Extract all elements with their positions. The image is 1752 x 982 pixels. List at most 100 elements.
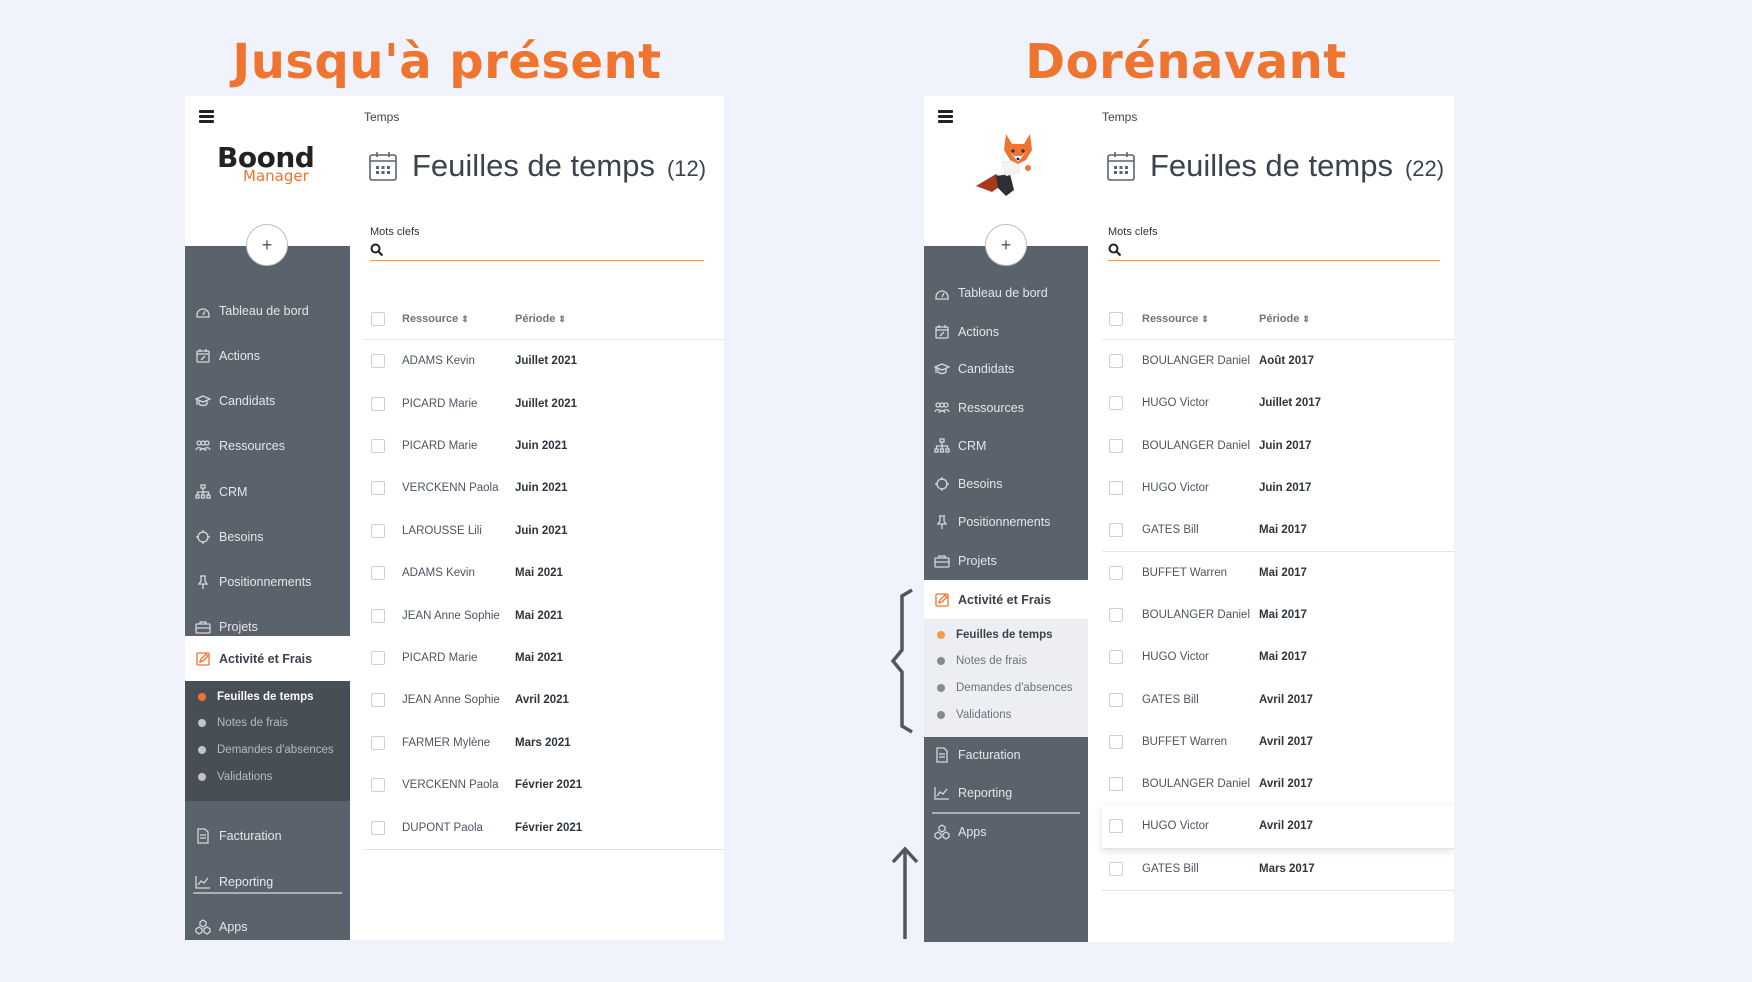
sidebar-item-activite-et-frais[interactable]: Activité et Frais	[185, 636, 350, 681]
table-row[interactable]: BOULANGER Daniel Avril 2017	[1102, 763, 1454, 807]
table-row[interactable]: PICARD Marie Mai 2021	[364, 636, 724, 681]
sidebar-item-ressources[interactable]: Ressources	[185, 431, 350, 461]
menu-icon[interactable]	[938, 110, 953, 123]
add-button[interactable]: +	[246, 224, 288, 266]
cell-resource[interactable]: GATES Bill	[1142, 524, 1199, 536]
breadcrumb[interactable]: Temps	[1102, 110, 1137, 124]
table-row[interactable]: DUPONT Paola Février 2021	[364, 806, 724, 850]
table-row[interactable]: BOULANGER Daniel Mai 2017	[1102, 593, 1454, 638]
sidebar-item-crm[interactable]: CRM	[924, 431, 1088, 461]
cell-resource[interactable]: HUGO Victor	[1142, 820, 1209, 832]
table-row[interactable]: GATES Bill Mai 2017	[1102, 509, 1454, 553]
table-row[interactable]: LAROUSSE Lili Juin 2021	[364, 509, 724, 553]
row-checkbox[interactable]	[371, 566, 385, 581]
row-checkbox[interactable]	[1109, 861, 1123, 876]
column-header-period[interactable]: Période ⇕	[1259, 313, 1310, 325]
cell-resource[interactable]: PICARD Marie	[402, 398, 477, 410]
row-checkbox[interactable]	[1109, 607, 1123, 622]
submenu-item[interactable]: Demandes d'absences	[924, 677, 1088, 699]
keywords-input[interactable]	[390, 242, 662, 262]
sidebar-item-apps[interactable]: Apps	[924, 817, 1088, 847]
submenu-item[interactable]: Notes de frais	[185, 712, 350, 734]
submenu-item[interactable]: Validations	[924, 704, 1088, 726]
sidebar-item-positionnements[interactable]: Positionnements	[924, 507, 1088, 537]
cell-resource[interactable]: DUPONT Paola	[402, 822, 483, 834]
row-checkbox[interactable]	[1109, 438, 1123, 453]
column-header-resource[interactable]: Ressource ⇕	[402, 313, 469, 325]
breadcrumb[interactable]: Temps	[364, 110, 399, 124]
sidebar-item-positionnements[interactable]: Positionnements	[185, 567, 350, 597]
submenu-item[interactable]: Feuilles de temps	[185, 686, 350, 708]
select-all-checkbox[interactable]	[1109, 312, 1123, 326]
sidebar-item-tableau-de-bord[interactable]: Tableau de bord	[185, 296, 350, 326]
cell-resource[interactable]: BOULANGER Daniel	[1142, 440, 1250, 452]
row-checkbox[interactable]	[1109, 396, 1123, 411]
cell-resource[interactable]: VERCKENN Paola	[402, 779, 499, 791]
cell-resource[interactable]: HUGO Victor	[1142, 397, 1209, 409]
table-row[interactable]: GATES Bill Mars 2017	[1102, 847, 1454, 891]
row-checkbox[interactable]	[1109, 650, 1123, 665]
cell-resource[interactable]: PICARD Marie	[402, 652, 477, 664]
submenu-item[interactable]: Notes de frais	[924, 650, 1088, 672]
table-row[interactable]: ADAMS Kevin Mai 2021	[364, 552, 724, 596]
row-checkbox[interactable]	[1109, 734, 1123, 749]
row-checkbox[interactable]	[371, 481, 385, 496]
sidebar-item-facturation[interactable]: Facturation	[924, 740, 1088, 770]
row-checkbox[interactable]	[371, 650, 385, 665]
sidebar-item-besoins[interactable]: Besoins	[185, 522, 350, 552]
sidebar-item-ressources[interactable]: Ressources	[924, 393, 1088, 423]
cell-resource[interactable]: BUFFET Warren	[1142, 567, 1227, 579]
cell-resource[interactable]: BOULANGER Daniel	[1142, 778, 1250, 790]
table-row[interactable]: HUGO Victor Juin 2017	[1102, 466, 1454, 511]
table-row[interactable]: BOULANGER Daniel Août 2017	[1102, 340, 1454, 384]
row-checkbox[interactable]	[371, 693, 385, 708]
cell-resource[interactable]: PICARD Marie	[402, 440, 477, 452]
cell-resource[interactable]: BOULANGER Daniel	[1142, 355, 1250, 367]
column-header-period[interactable]: Période ⇕	[515, 313, 566, 325]
select-all-checkbox[interactable]	[371, 312, 385, 326]
table-row[interactable]: BOULANGER Daniel Juin 2017	[1102, 424, 1454, 468]
table-row[interactable]: HUGO Victor Avril 2017	[1102, 805, 1454, 849]
table-row[interactable]: VERCKENN Paola Juin 2021	[364, 467, 724, 511]
submenu-item[interactable]: Feuilles de temps	[924, 624, 1088, 646]
column-header-resource[interactable]: Ressource ⇕	[1142, 313, 1209, 325]
sidebar-item-tableau-de-bord[interactable]: Tableau de bord	[924, 278, 1088, 308]
table-row[interactable]: PICARD Marie Juin 2021	[364, 424, 724, 469]
cell-resource[interactable]: GATES Bill	[1142, 694, 1199, 706]
cell-resource[interactable]: GATES Bill	[1142, 863, 1199, 875]
cell-resource[interactable]: FARMER Mylène	[402, 737, 490, 749]
sidebar-item-candidats[interactable]: Candidats	[924, 354, 1088, 384]
cell-resource[interactable]: ADAMS Kevin	[402, 355, 475, 367]
cell-resource[interactable]: HUGO Victor	[1142, 482, 1209, 494]
sidebar-item-crm[interactable]: CRM	[185, 477, 350, 507]
submenu-item[interactable]: Demandes d'absences	[185, 739, 350, 761]
sidebar-item-besoins[interactable]: Besoins	[924, 469, 1088, 499]
submenu-item[interactable]: Validations	[185, 766, 350, 788]
keywords-field[interactable]	[370, 242, 704, 262]
sidebar-item-activite-et-frais[interactable]: Activité et Frais	[924, 580, 1088, 619]
row-checkbox[interactable]	[1109, 523, 1123, 538]
menu-icon[interactable]	[199, 110, 214, 123]
sidebar-item-facturation[interactable]: Facturation	[185, 821, 350, 851]
row-checkbox[interactable]	[371, 396, 385, 411]
cell-resource[interactable]: VERCKENN Paola	[402, 482, 499, 494]
row-checkbox[interactable]	[371, 820, 385, 835]
row-checkbox[interactable]	[371, 523, 385, 538]
cell-resource[interactable]: BUFFET Warren	[1142, 736, 1227, 748]
table-row[interactable]: GATES Bill Avril 2017	[1102, 678, 1454, 722]
keywords-input[interactable]	[1128, 242, 1398, 262]
sidebar-item-reporting[interactable]: Reporting	[924, 778, 1088, 808]
sidebar-item-actions[interactable]: Actions	[924, 317, 1088, 347]
table-row[interactable]: JEAN Anne Sophie Avril 2021	[364, 679, 724, 723]
table-row[interactable]: ADAMS Kevin Juillet 2021	[364, 340, 724, 384]
sidebar-item-candidats[interactable]: Candidats	[185, 386, 350, 416]
row-checkbox[interactable]	[1109, 565, 1123, 580]
table-row[interactable]: JEAN Anne Sophie Mai 2021	[364, 594, 724, 638]
table-row[interactable]: FARMER Mylène Mars 2021	[364, 721, 724, 765]
cell-resource[interactable]: ADAMS Kevin	[402, 567, 475, 579]
row-checkbox[interactable]	[1109, 819, 1123, 834]
cell-resource[interactable]: HUGO Victor	[1142, 651, 1209, 663]
cell-resource[interactable]: LAROUSSE Lili	[402, 525, 482, 537]
table-row[interactable]: HUGO Victor Juillet 2017	[1102, 382, 1454, 426]
row-checkbox[interactable]	[1109, 481, 1123, 496]
